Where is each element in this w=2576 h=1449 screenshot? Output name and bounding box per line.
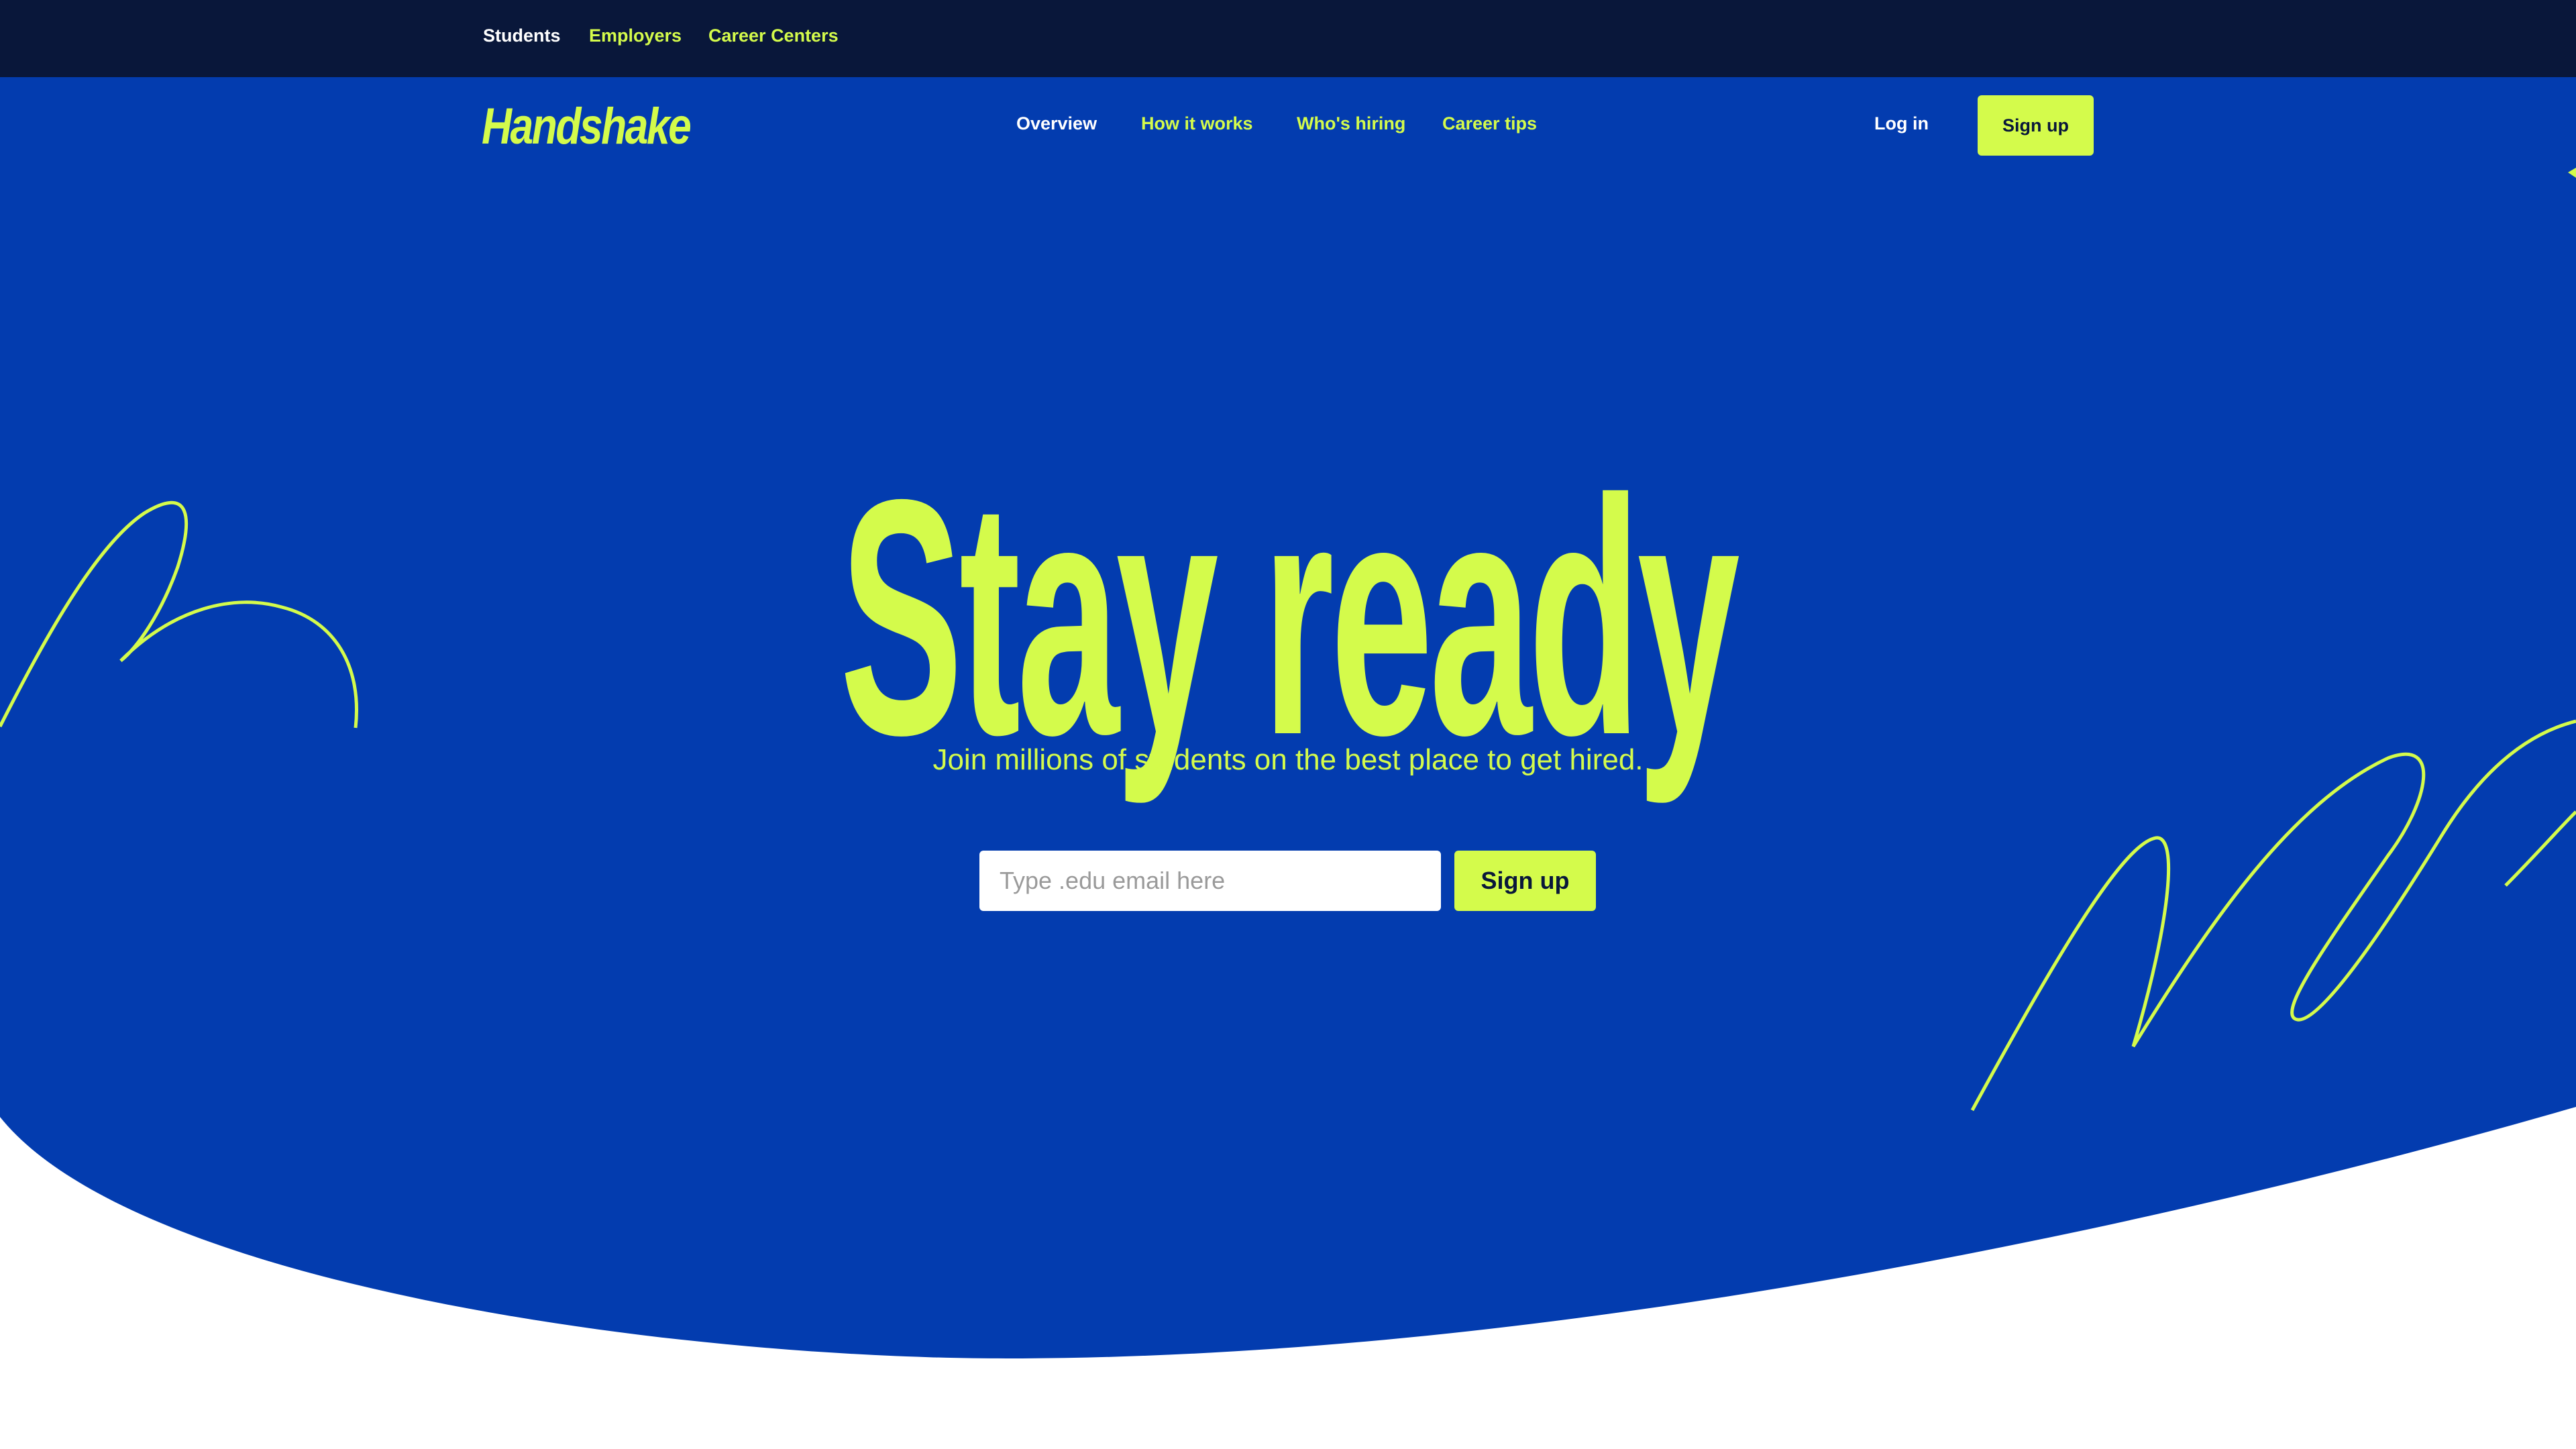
nav-link-whos-hiring[interactable]: Who's hiring [1297, 113, 1405, 134]
email-input[interactable] [979, 851, 1441, 911]
audience-link-students[interactable]: Students [483, 25, 561, 46]
nav-link-overview[interactable]: Overview [1016, 113, 1097, 134]
nav-signup-button[interactable]: Sign up [1978, 95, 2094, 156]
audience-link-career-centers[interactable]: Career Centers [708, 25, 839, 46]
nav-link-how-it-works[interactable]: How it works [1141, 113, 1253, 134]
hero-subtitle: Join millions of students on the best pl… [932, 743, 1644, 776]
audience-link-employers[interactable]: Employers [589, 25, 682, 46]
login-link[interactable]: Log in [1874, 113, 1929, 134]
hero-signup-button[interactable]: Sign up [1454, 851, 1596, 911]
nav-link-career-tips[interactable]: Career tips [1442, 113, 1537, 134]
main-nav: Handshake Overview How it works Who's hi… [0, 77, 2576, 174]
handshake-logo[interactable]: Handshake [482, 97, 692, 156]
audience-bar: Students Employers Career Centers [0, 0, 2576, 77]
